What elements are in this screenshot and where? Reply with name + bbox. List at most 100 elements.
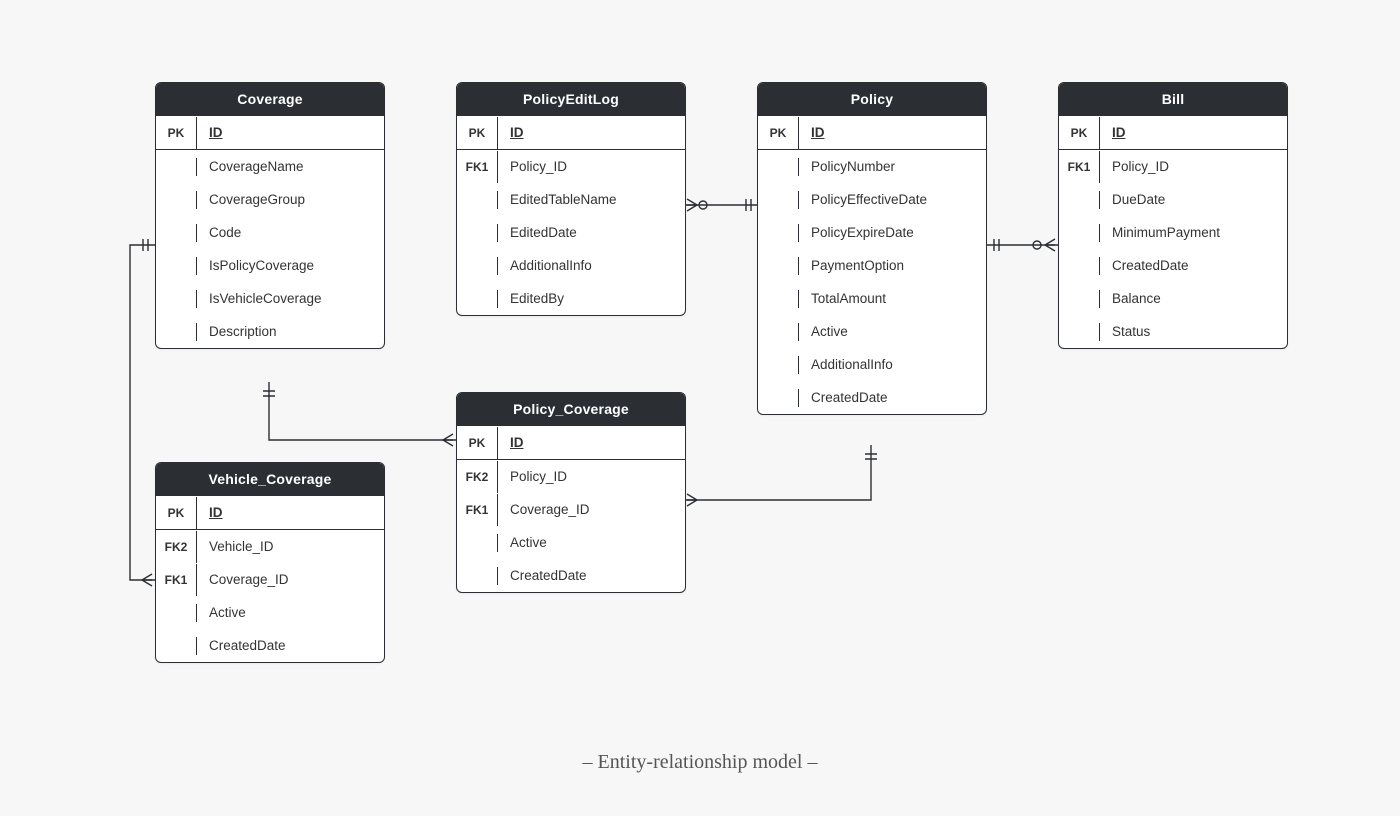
key-label	[1059, 257, 1100, 275]
key-label: PK	[156, 497, 197, 529]
field-name: CreatedDate	[498, 559, 685, 592]
entity-row: AdditionalInfo	[457, 249, 685, 282]
key-label	[457, 224, 498, 242]
key-label	[1059, 191, 1100, 209]
field-name: PolicyNumber	[799, 150, 986, 183]
entity-row: FK1Policy_ID	[1059, 150, 1287, 183]
entity-row: PKID	[156, 496, 384, 529]
field-name: EditedDate	[498, 216, 685, 249]
key-label	[457, 290, 498, 308]
entity-row: CoverageGroup	[156, 183, 384, 216]
key-label	[156, 290, 197, 308]
entity-row: CreatedDate	[156, 629, 384, 662]
entity-row: FK1Policy_ID	[457, 150, 685, 183]
entity-title: PolicyEditLog	[457, 83, 685, 116]
entity-policy_coverage: Policy_CoveragePKIDFK2Policy_IDFK1Covera…	[456, 392, 686, 593]
key-label	[758, 158, 799, 176]
entity-row: IsPolicyCoverage	[156, 249, 384, 282]
entity-row: EditedTableName	[457, 183, 685, 216]
key-label	[758, 323, 799, 341]
field-name: CoverageName	[197, 150, 384, 183]
field-name: ID	[197, 116, 384, 149]
key-label: PK	[1059, 117, 1100, 149]
entity-row: PolicyExpireDate	[758, 216, 986, 249]
field-name: Vehicle_ID	[197, 530, 384, 563]
entity-row: CreatedDate	[1059, 249, 1287, 282]
field-name: CoverageGroup	[197, 183, 384, 216]
field-name: Active	[498, 526, 685, 559]
entity-row: Active	[758, 315, 986, 348]
key-label: FK2	[457, 461, 498, 493]
entity-row: PKID	[1059, 116, 1287, 149]
entity-title: Policy	[758, 83, 986, 116]
key-label	[156, 257, 197, 275]
key-label	[758, 257, 799, 275]
key-label	[156, 191, 197, 209]
field-name: EditedTableName	[498, 183, 685, 216]
field-name: Active	[197, 596, 384, 629]
field-name: CreatedDate	[1100, 249, 1287, 282]
entity-row: Description	[156, 315, 384, 348]
entity-title: Policy_Coverage	[457, 393, 685, 426]
entity-row: CreatedDate	[758, 381, 986, 414]
entity-title: Coverage	[156, 83, 384, 116]
field-name: AdditionalInfo	[498, 249, 685, 282]
key-label	[156, 323, 197, 341]
field-name: Coverage_ID	[498, 493, 685, 526]
entity-row: EditedDate	[457, 216, 685, 249]
field-name: PolicyEffectiveDate	[799, 183, 986, 216]
field-name: Active	[799, 315, 986, 348]
entity-row: TotalAmount	[758, 282, 986, 315]
entity-row: PKID	[457, 116, 685, 149]
key-label	[758, 290, 799, 308]
key-label	[156, 637, 197, 655]
key-label: PK	[156, 117, 197, 149]
entity-row: PKID	[457, 426, 685, 459]
entity-row: AdditionalInfo	[758, 348, 986, 381]
key-label	[156, 224, 197, 242]
key-label	[758, 356, 799, 374]
key-label: PK	[457, 117, 498, 149]
entity-row: FK1Coverage_ID	[156, 563, 384, 596]
entity-vehicle_coverage: Vehicle_CoveragePKIDFK2Vehicle_IDFK1Cove…	[155, 462, 385, 663]
key-label: FK1	[156, 564, 197, 596]
entity-row: Active	[156, 596, 384, 629]
entity-row: CoverageName	[156, 150, 384, 183]
field-name: Policy_ID	[1100, 150, 1287, 183]
key-label	[156, 604, 197, 622]
entity-row: Status	[1059, 315, 1287, 348]
entity-row: EditedBy	[457, 282, 685, 315]
key-label	[457, 191, 498, 209]
entity-row: PaymentOption	[758, 249, 986, 282]
field-name: PolicyExpireDate	[799, 216, 986, 249]
entity-row: Code	[156, 216, 384, 249]
entity-title: Vehicle_Coverage	[156, 463, 384, 496]
field-name: CreatedDate	[799, 381, 986, 414]
entity-row: Active	[457, 526, 685, 559]
key-label	[758, 389, 799, 407]
field-name: ID	[1100, 116, 1287, 149]
field-name: DueDate	[1100, 183, 1287, 216]
entity-row: PolicyEffectiveDate	[758, 183, 986, 216]
field-name: ID	[498, 116, 685, 149]
field-name: TotalAmount	[799, 282, 986, 315]
field-name: Code	[197, 216, 384, 249]
key-label: PK	[457, 427, 498, 459]
key-label	[1059, 224, 1100, 242]
entity-policy_edit_log: PolicyEditLogPKIDFK1Policy_IDEditedTable…	[456, 82, 686, 316]
key-label	[457, 257, 498, 275]
entity-row: Balance	[1059, 282, 1287, 315]
entity-row: PolicyNumber	[758, 150, 986, 183]
field-name: EditedBy	[498, 282, 685, 315]
entity-row: PKID	[758, 116, 986, 149]
key-label: FK2	[156, 531, 197, 563]
entity-row: MinimumPayment	[1059, 216, 1287, 249]
field-name: ID	[498, 426, 685, 459]
field-name: IsPolicyCoverage	[197, 249, 384, 282]
key-label	[758, 224, 799, 242]
field-name: Policy_ID	[498, 460, 685, 493]
key-label	[457, 567, 498, 585]
entity-coverage: CoveragePKIDCoverageNameCoverageGroupCod…	[155, 82, 385, 349]
field-name: ID	[799, 116, 986, 149]
field-name: IsVehicleCoverage	[197, 282, 384, 315]
